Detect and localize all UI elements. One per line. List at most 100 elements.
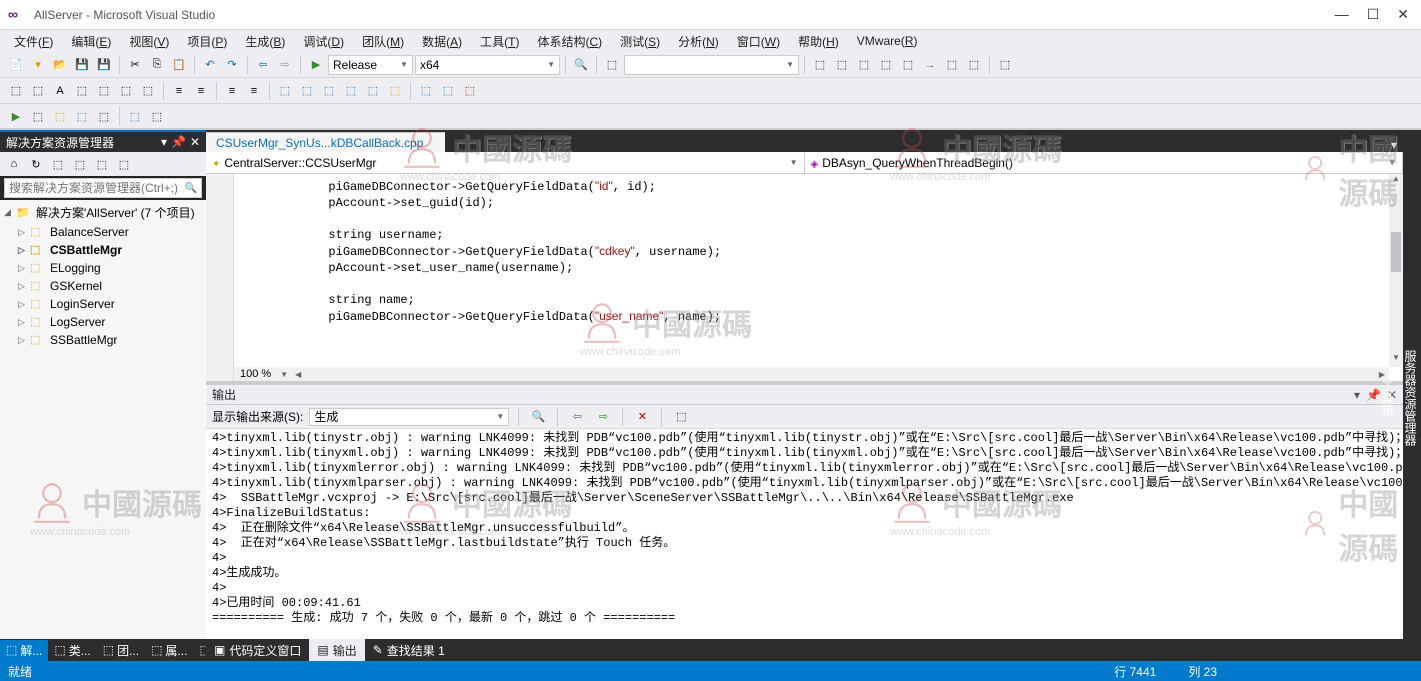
code-editor[interactable]: piGameDBConnector->GetQueryFieldData("id… [206,174,1403,381]
menu-item[interactable]: 编辑(E) [63,31,119,52]
redo-button[interactable]: ↷ [222,55,242,75]
vm-button-7[interactable]: ⬚ [942,55,962,75]
collapse-button[interactable]: ⬚ [70,154,90,174]
build-button-7[interactable]: ⬚ [147,106,167,126]
nav-forward-button[interactable]: ⇨ [275,55,295,75]
indent-button-2[interactable]: ≡ [191,81,211,101]
menu-item[interactable]: 团队(M) [354,31,412,52]
zoom-arrow-icon[interactable]: ▼ [277,370,291,379]
solution-search[interactable]: 🔍 [4,178,202,198]
bottom-tab[interactable]: ▤输出 [309,639,364,661]
nav-back-button[interactable]: ⇦ [253,55,273,75]
vm-button-3[interactable]: ⬚ [854,55,874,75]
new-project-button[interactable]: 📄 [6,55,26,75]
process-combo[interactable]: ▼ [624,55,799,75]
menu-item[interactable]: 调试(D) [295,31,352,52]
vertical-scrollbar[interactable]: ▲ ▼ [1389,174,1403,367]
project-item[interactable]: ▷⬚BalanceServer [0,223,206,241]
vm-button-2[interactable]: ⬚ [832,55,852,75]
comment-button-2[interactable]: ≡ [244,81,264,101]
vm-button-5[interactable]: ⬚ [898,55,918,75]
code-content[interactable]: piGameDBConnector->GetQueryFieldData("id… [234,174,1389,367]
platform-combo[interactable]: x64▼ [415,55,560,75]
win-button-6[interactable]: ⬚ [385,81,405,101]
solution-root[interactable]: ◢📁解决方案'AllServer' (7 个项目) [0,202,206,223]
menu-item[interactable]: 窗口(W) [729,31,788,52]
sidebar-tab[interactable]: ⬚团... [97,640,145,661]
win-button-2[interactable]: ⬚ [297,81,317,101]
pin-icon[interactable]: ▾ [161,135,167,149]
project-item[interactable]: ▷⬚GSKernel [0,277,206,295]
close-icon[interactable]: ✕ [190,135,200,149]
menu-item[interactable]: 测试(S) [612,31,668,52]
output-clear-button[interactable]: ✕ [632,407,652,427]
preview-button[interactable]: ⬚ [114,154,134,174]
scroll-down-icon[interactable]: ▼ [1389,353,1403,367]
sidebar-tab[interactable]: ⬚解... [0,640,48,661]
step-button-5[interactable]: ⬚ [116,81,136,101]
output-source-combo[interactable]: 生成▼ [309,408,509,426]
copy-button[interactable]: ⎘ [147,55,167,75]
output-find-button[interactable]: 🔍 [528,407,548,427]
method-nav-combo[interactable]: ◈DBAsyn_QueryWhenThreadBegin() ▼ [805,152,1404,173]
minimize-button[interactable]: — [1335,6,1349,23]
scroll-thumb[interactable] [1391,232,1401,272]
scroll-left-icon[interactable]: ◀ [291,370,305,379]
menu-item[interactable]: 文件(F) [6,31,61,52]
horizontal-scrollbar[interactable]: 100 % ▼ ◀ ▶ [234,367,1389,381]
config-combo[interactable]: Release▼ [328,55,413,75]
build-button-5[interactable]: ⬚ [94,106,114,126]
editor-tab-active[interactable]: CSUserMgr_SynUs...kDBCallBack.cpp [206,132,445,152]
indent-button-1[interactable]: ≡ [169,81,189,101]
showall-button[interactable]: ⬚ [48,154,68,174]
step-button-4[interactable]: ⬚ [94,81,114,101]
paste-button[interactable]: 📋 [169,55,189,75]
output-content[interactable]: 4>tinyxml.lib(tinystr.obj) : warning LNK… [206,429,1403,639]
close-button[interactable]: ✕ [1397,6,1409,23]
ext-button-1[interactable]: ⬚ [416,81,436,101]
rail-item[interactable]: 服务器资源管理器 [1400,346,1421,450]
build-button-4[interactable]: ⬚ [72,106,92,126]
process-button[interactable]: ⬚ [602,55,622,75]
step-button-1[interactable]: ⬚ [28,81,48,101]
bottom-tab[interactable]: ✎查找结果 1 [365,639,453,661]
bottom-tab[interactable]: ▣代码定义窗口 [206,639,309,661]
build-button-6[interactable]: ⬚ [125,106,145,126]
new-item-button[interactable]: ▾ [28,55,48,75]
output-next-button[interactable]: ⇨ [593,407,613,427]
rail-item[interactable]: 工具箱 [1377,376,1398,420]
win-button-4[interactable]: ⬚ [341,81,361,101]
open-button[interactable]: 📂 [50,55,70,75]
undo-button[interactable]: ↶ [200,55,220,75]
save-all-button[interactable]: 💾 [94,55,114,75]
project-item[interactable]: ▷⬚SSBattleMgr [0,331,206,349]
build-button-3[interactable]: ⬚ [50,106,70,126]
project-item[interactable]: ▷⬚LogServer [0,313,206,331]
vm-button-9[interactable]: ⬚ [995,55,1015,75]
sidebar-tab[interactable]: ⬚类... [48,640,96,661]
ext-button-2[interactable]: ⬚ [438,81,458,101]
menu-item[interactable]: 体系结构(C) [529,31,610,52]
vm-button-6[interactable]: → [920,55,940,75]
output-wrap-button[interactable]: ⬚ [671,407,691,427]
project-item[interactable]: ▷⬚LoginServer [0,295,206,313]
comment-button-1[interactable]: ≡ [222,81,242,101]
output-prev-button[interactable]: ⇦ [567,407,587,427]
properties-button[interactable]: ⬚ [92,154,112,174]
menu-item[interactable]: 生成(B) [237,31,293,52]
menu-item[interactable]: 数据(A) [414,31,470,52]
ext-button-3[interactable]: ⬚ [460,81,480,101]
pin-icon[interactable]: 📌 [171,135,186,149]
zoom-level[interactable]: 100 % [234,368,277,380]
build-button-2[interactable]: ⬚ [28,106,48,126]
menu-item[interactable]: 项目(P) [179,31,235,52]
vm-button-8[interactable]: ⬚ [964,55,984,75]
win-button-3[interactable]: ⬚ [319,81,339,101]
save-button[interactable]: 💾 [72,55,92,75]
step-button-6[interactable]: ⬚ [138,81,158,101]
menu-item[interactable]: 视图(V) [121,31,177,52]
win-button-5[interactable]: ⬚ [363,81,383,101]
scroll-up-icon[interactable]: ▲ [1389,174,1403,188]
win-button-1[interactable]: ⬚ [275,81,295,101]
find-button[interactable]: 🔍 [571,55,591,75]
